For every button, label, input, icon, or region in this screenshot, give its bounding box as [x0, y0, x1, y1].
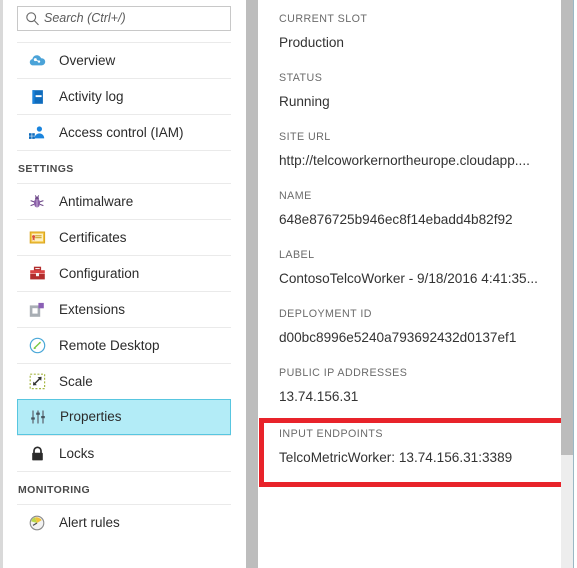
sidebar-item-label: Alert rules — [59, 514, 120, 530]
sidebar-item-overview[interactable]: Overview — [17, 42, 231, 78]
property-label-field: LABEL ContosoTelcoWorker - 9/18/2016 4:4… — [279, 249, 577, 287]
property-name: NAME 648e876725b946ec8f14ebadd4b82f92 — [279, 190, 577, 228]
extensions-squares-icon — [24, 300, 50, 320]
properties-list: CURRENT SLOT Production STATUS Running S… — [259, 0, 577, 466]
search-box[interactable] — [17, 6, 231, 31]
access-control-people-icon — [24, 123, 50, 143]
property-label: DEPLOYMENT ID — [279, 308, 372, 320]
resource-menu-panel: Overview Activity log — [3, 0, 245, 568]
remote-desktop-icon — [24, 336, 50, 356]
properties-sliders-icon — [25, 407, 51, 427]
activity-log-book-icon — [24, 87, 50, 107]
locks-padlock-icon — [24, 444, 50, 464]
sidebar-item-configuration[interactable]: Configuration — [17, 255, 231, 291]
property-value[interactable]: http://telcoworkernortheurope.cloudapp..… — [279, 152, 577, 169]
property-value: Production — [279, 35, 344, 50]
sidebar-item-label: Configuration — [59, 265, 140, 281]
sidebar-item-extensions[interactable]: Extensions — [17, 291, 231, 327]
sidebar-item-label: Extensions — [59, 301, 126, 317]
scrollbar-thumb[interactable] — [561, 0, 573, 455]
sidebar-item-label: Scale — [59, 373, 93, 389]
sidebar-item-locks[interactable]: Locks — [17, 435, 231, 471]
property-label: INPUT ENDPOINTS — [279, 428, 383, 440]
property-label: CURRENT SLOT — [279, 13, 368, 25]
panel-right-edge — [573, 0, 577, 568]
sidebar-item-label: Certificates — [59, 229, 127, 245]
property-label: NAME — [279, 190, 312, 202]
antimalware-bug-icon — [24, 192, 50, 212]
configuration-toolbox-icon — [24, 264, 50, 284]
property-value: d00bc8996e5240a793692432d0137ef1 — [279, 330, 517, 345]
sidebar-item-label: Properties — [60, 409, 122, 424]
detail-scrollbar[interactable] — [561, 0, 573, 568]
panel-splitter[interactable] — [245, 0, 259, 568]
property-value: 13.74.156.31 — [279, 389, 359, 404]
sidebar-item-alert-rules[interactable]: Alert rules — [17, 504, 231, 540]
property-current-slot: CURRENT SLOT Production — [279, 13, 577, 51]
overview-cloud-icon — [24, 51, 50, 71]
property-value: ContosoTelcoWorker - 9/18/2016 4:41:35..… — [279, 271, 538, 286]
menu-group-header-settings: SETTINGS — [17, 150, 231, 183]
property-label: SITE URL — [279, 131, 331, 143]
sidebar-item-antimalware[interactable]: Antimalware — [17, 183, 231, 219]
certificate-icon — [24, 228, 50, 248]
property-label: PUBLIC IP ADDRESSES — [279, 367, 408, 379]
sidebar-item-activity-log[interactable]: Activity log — [17, 78, 231, 114]
sidebar-item-remote-desktop[interactable]: Remote Desktop — [17, 327, 231, 363]
property-value: 648e876725b946ec8f14ebadd4b82f92 — [279, 212, 513, 227]
search-container — [3, 0, 245, 31]
scale-arrow-icon — [24, 372, 50, 392]
sidebar-item-certificates[interactable]: Certificates — [17, 219, 231, 255]
property-site-url: SITE URL http://telcoworkernortheurope.c… — [279, 131, 577, 169]
property-deployment-id: DEPLOYMENT ID d00bc8996e5240a793692432d0… — [279, 308, 577, 346]
property-label: LABEL — [279, 249, 315, 261]
search-input[interactable] — [44, 7, 224, 30]
sidebar-item-label: Activity log — [59, 88, 124, 104]
sidebar-item-properties[interactable]: Properties — [17, 399, 231, 435]
menu-group-header-monitoring: MONITORING — [17, 471, 231, 504]
property-status: STATUS Running — [279, 72, 577, 110]
sidebar-item-scale[interactable]: Scale — [17, 363, 231, 399]
sidebar-item-label: Remote Desktop — [59, 337, 160, 353]
sidebar-item-label: Antimalware — [59, 193, 134, 209]
property-input-endpoints: INPUT ENDPOINTS TelcoMetricWorker: 13.74… — [279, 428, 577, 466]
sidebar-item-label: Access control (IAM) — [59, 124, 184, 140]
portal-root: Overview Activity log — [0, 0, 577, 568]
alert-rules-gauge-icon — [24, 513, 50, 533]
sidebar-item-label: Locks — [59, 445, 95, 461]
search-icon — [20, 7, 44, 31]
menu-list: Overview Activity log Access control (IA… — [3, 42, 245, 540]
properties-detail-panel: CURRENT SLOT Production STATUS Running S… — [259, 0, 577, 568]
property-public-ip-addresses: PUBLIC IP ADDRESSES 13.74.156.31 — [279, 367, 577, 405]
property-label: STATUS — [279, 72, 323, 84]
sidebar-item-label: Overview — [59, 52, 116, 68]
property-value: TelcoMetricWorker: 13.74.156.31:3389 — [279, 450, 513, 465]
property-value: Running — [279, 94, 330, 109]
sidebar-item-access-control[interactable]: Access control (IAM) — [17, 114, 231, 150]
